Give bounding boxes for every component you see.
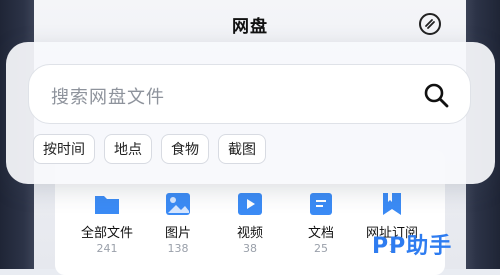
video-icon [236, 190, 264, 218]
search-chip-location[interactable]: 地点 [104, 134, 152, 164]
category-count: 38 [243, 242, 257, 255]
bookmark-icon [378, 190, 406, 218]
category-label: 全部文件 [80, 226, 133, 241]
search-placeholder: 搜索网盘文件 [51, 87, 165, 108]
category-videos[interactable]: 视频 38 [210, 190, 290, 255]
search-chip-time[interactable]: 按时间 [33, 134, 95, 164]
category-label: 文档 [307, 226, 334, 241]
watermark: PP助手 [372, 234, 453, 259]
category-count: 241 [96, 242, 118, 255]
image-icon [164, 190, 192, 218]
document-icon [307, 190, 335, 218]
search-chip-screenshot[interactable]: 截图 [218, 134, 266, 164]
category-label: 视频 [236, 226, 263, 241]
category-documents[interactable]: 文档 25 [281, 190, 361, 255]
search-icon[interactable] [422, 81, 450, 109]
sync-icon[interactable] [419, 13, 441, 35]
category-label: 图片 [164, 226, 191, 241]
category-count: 25 [314, 242, 328, 255]
category-all-files[interactable]: 全部文件 241 [67, 190, 147, 255]
category-count: 138 [167, 242, 189, 255]
search-chip-food[interactable]: 食物 [161, 134, 209, 164]
folder-icon [93, 190, 121, 218]
search-input[interactable]: 搜索网盘文件 [28, 64, 471, 124]
category-images[interactable]: 图片 138 [138, 190, 218, 255]
